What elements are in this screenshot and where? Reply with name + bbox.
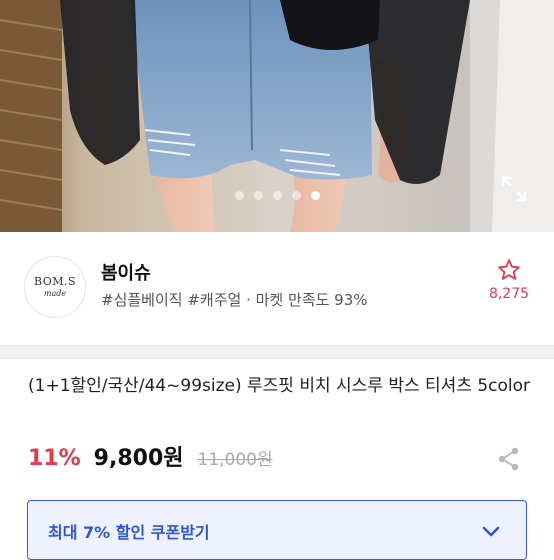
expand-icon[interactable] [500,175,528,203]
shop-name[interactable]: 봄이슈 [101,259,151,285]
original-price: 11,000원 [197,450,273,470]
gallery-dot[interactable] [234,191,244,200]
gallery-dot[interactable] [272,191,282,200]
discount-rate: 11% [28,446,81,471]
favorite-button[interactable]: 8,275 [482,258,536,302]
shop-logo[interactable]: BOM.S made [24,256,86,318]
share-icon[interactable] [496,446,522,472]
sale-price: 9,800원 [93,446,184,471]
coupon-button[interactable]: 최대 7% 할인 쿠폰받기 [27,500,527,560]
product-title: (1+1할인/국산/44~99size) 루즈핏 비치 시스루 박스 티셔츠 5… [28,376,531,396]
coupon-label: 최대 7% 할인 쿠폰받기 [48,523,210,542]
product-image-gallery[interactable] [0,0,554,232]
favorite-count: 8,275 [488,286,530,302]
shop-logo-text: BOM.S [33,275,77,288]
price-row: 11% 9,800원 11,000원 [28,440,273,474]
shop-logo-subtext: made [43,289,67,298]
star-icon [498,259,520,280]
gallery-pagination [0,191,554,203]
section-divider [0,345,554,359]
gallery-dot[interactable] [291,191,301,200]
chevron-down-icon [480,521,502,547]
gallery-dot-active[interactable] [310,191,320,200]
shop-tags: #심플베이직 #캐주얼 · 마켓 만족도 93% [101,291,368,309]
gallery-dot[interactable] [253,191,263,200]
